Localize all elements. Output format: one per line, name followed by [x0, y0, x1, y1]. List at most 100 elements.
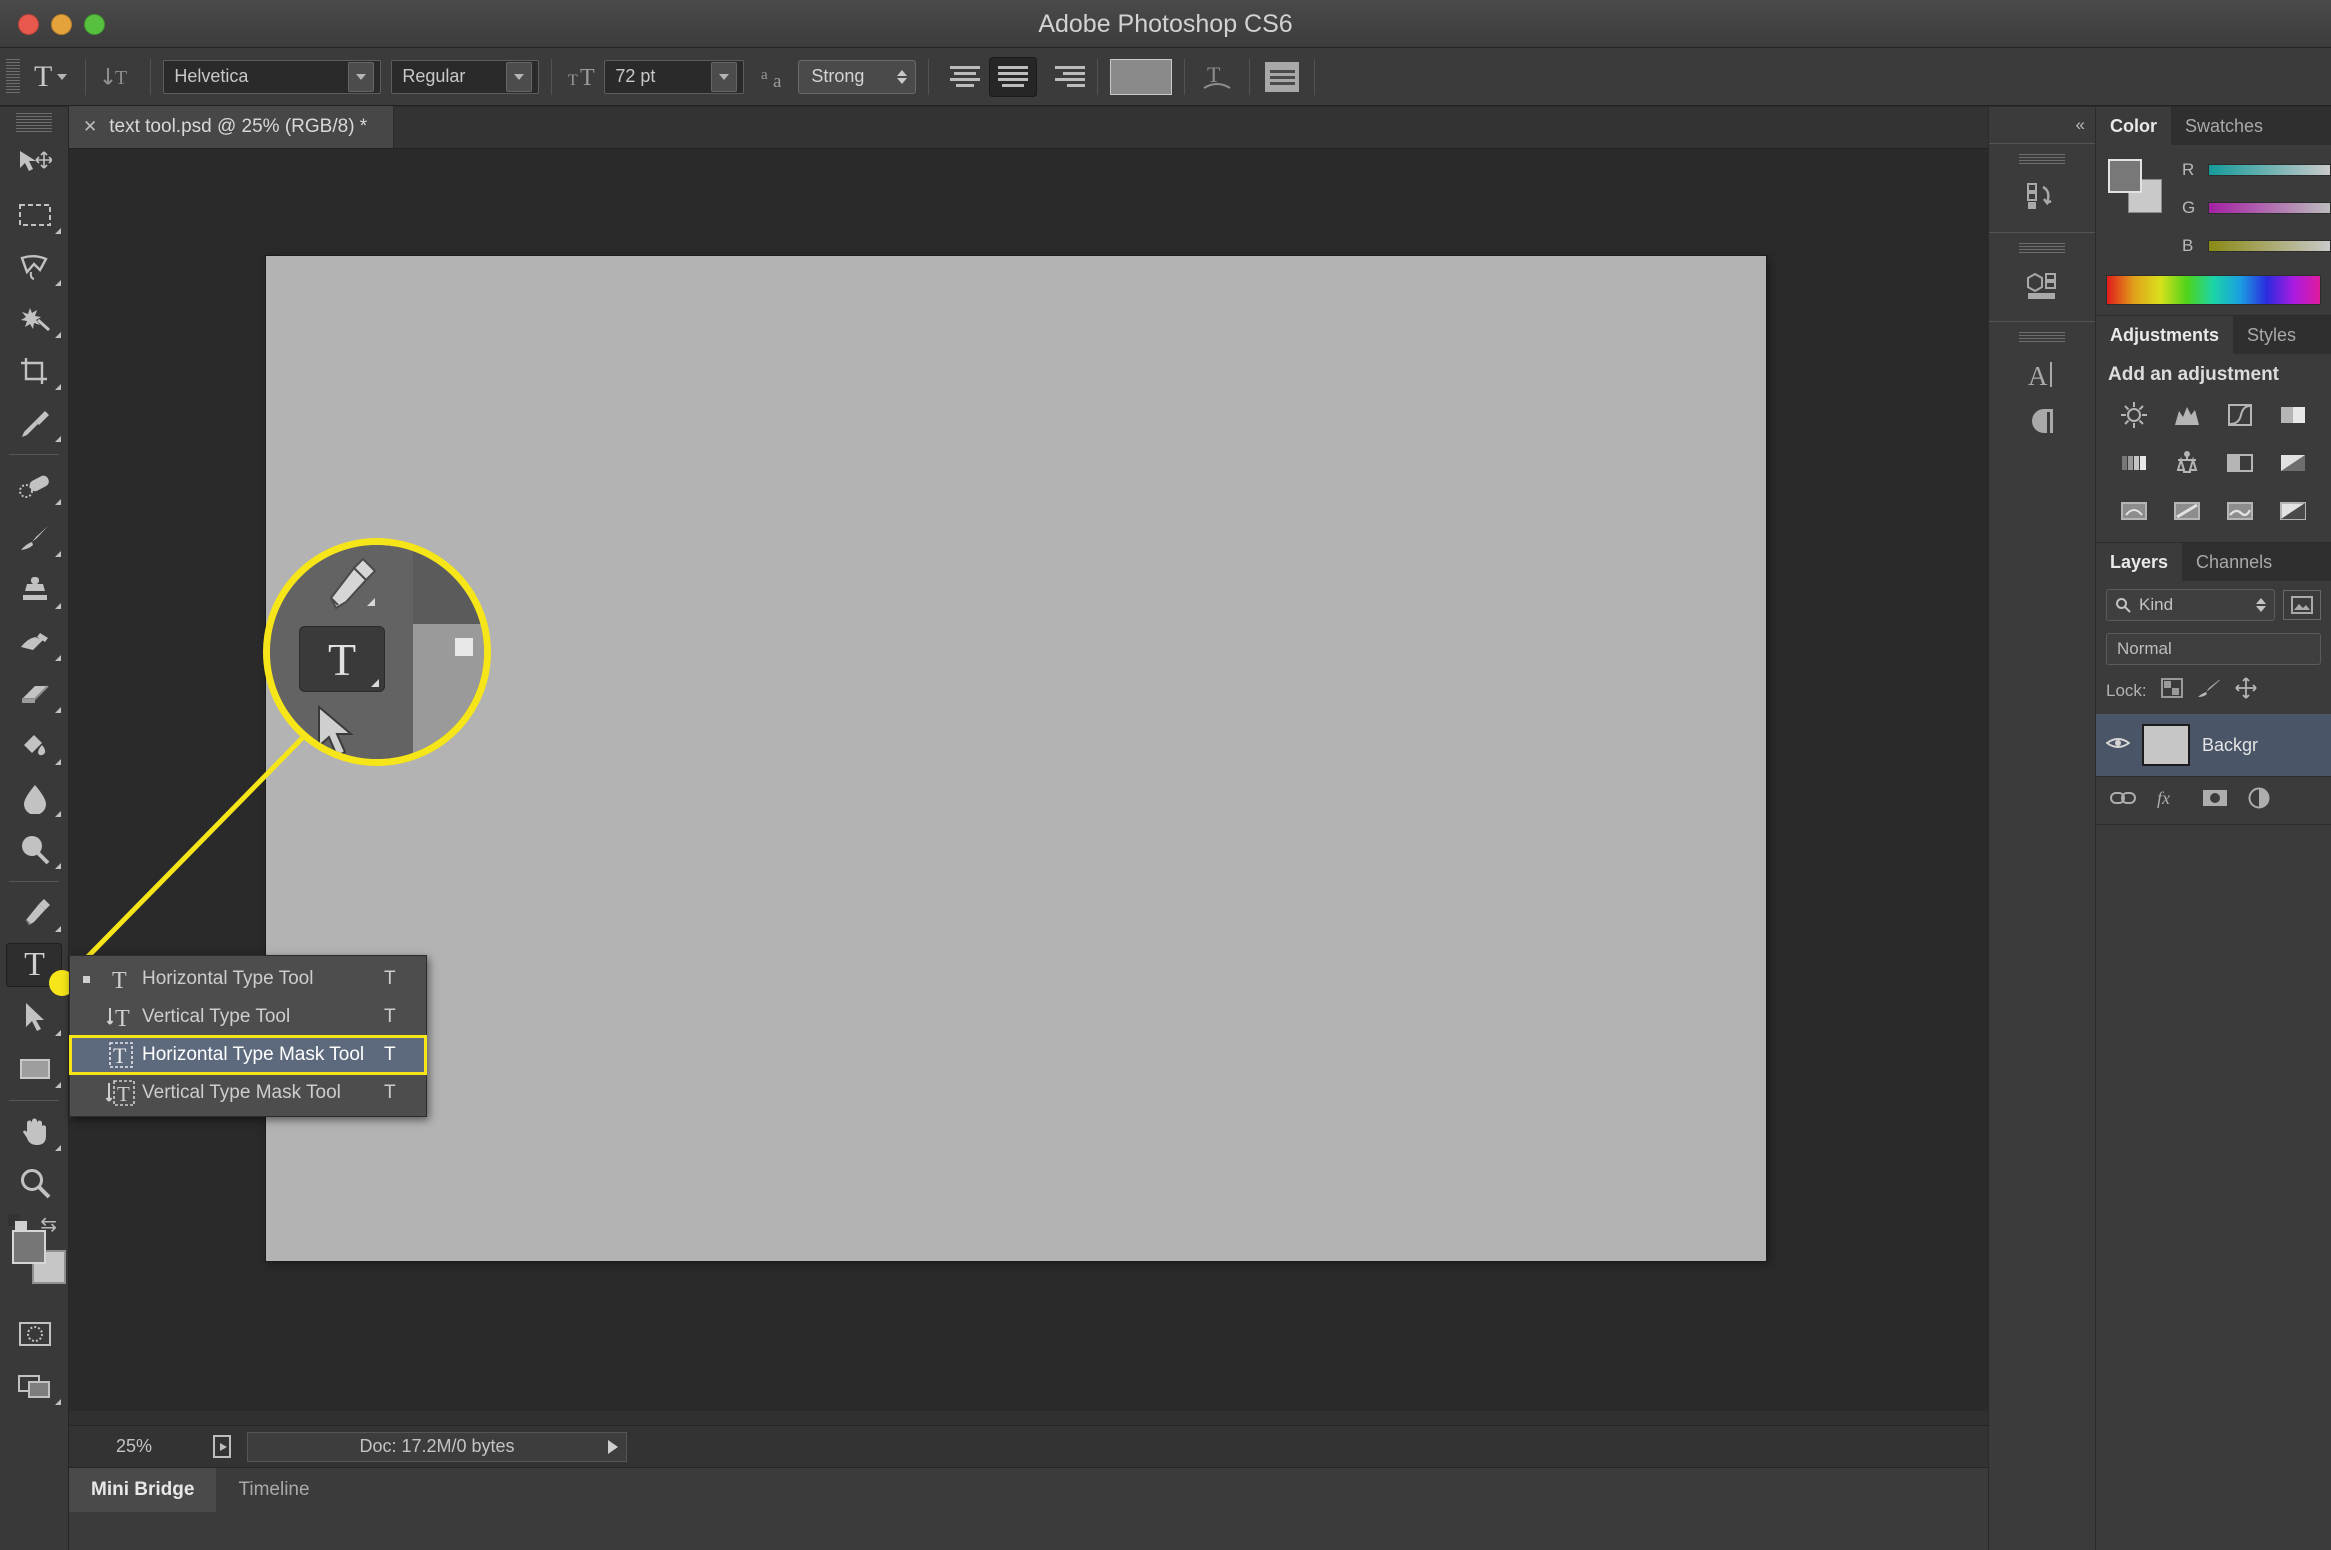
tab-styles[interactable]: Styles [2233, 316, 2310, 354]
tool-quick-selection[interactable] [0, 293, 69, 345]
hue-saturation-icon[interactable] [2161, 446, 2214, 480]
tab-color[interactable]: Color [2096, 107, 2171, 145]
link-layers-icon[interactable] [2110, 790, 2136, 812]
tools-panel-grip[interactable] [16, 113, 52, 133]
menu-item-horizontal-type-tool[interactable]: T Horizontal Type Tool T [70, 960, 426, 998]
lock-transparency-icon[interactable] [2160, 678, 2183, 703]
align-left-button[interactable] [941, 57, 989, 97]
tool-move[interactable] [0, 137, 69, 189]
slider-g[interactable] [2208, 202, 2331, 214]
text-color-swatch[interactable] [1110, 58, 1173, 95]
zoom-level[interactable]: 25% [69, 1436, 199, 1457]
color-spectrum-ramp[interactable] [2106, 275, 2321, 305]
tool-rectangular-marquee[interactable] [0, 189, 69, 241]
quick-mask-icon[interactable] [0, 1308, 69, 1360]
tab-swatches[interactable]: Swatches [2171, 107, 2277, 145]
tab-mini-bridge[interactable]: Mini Bridge [69, 1468, 217, 1512]
layer-mask-icon[interactable] [2202, 789, 2228, 813]
menu-item-vertical-type-tool[interactable]: T Vertical Type Tool T [70, 998, 426, 1036]
panel-grip[interactable] [2019, 243, 2065, 255]
chevron-down-icon[interactable] [506, 61, 533, 92]
channel-mixer-icon[interactable] [2161, 494, 2214, 528]
canvas-area[interactable] [69, 149, 2096, 1425]
table-row[interactable]: Backgr [2096, 714, 2331, 776]
layer-style-fx-icon[interactable]: fx [2156, 788, 2182, 814]
play-arrow-icon[interactable] [608, 1439, 618, 1454]
black-white-icon[interactable] [2266, 446, 2319, 480]
image-canvas[interactable] [266, 256, 1766, 1261]
chevron-down-icon[interactable] [348, 61, 375, 92]
character-paragraph-panels-icon[interactable] [1262, 58, 1302, 96]
tool-history-brush[interactable] [0, 616, 69, 668]
lock-position-icon[interactable] [2235, 677, 2257, 704]
align-center-button[interactable] [989, 56, 1038, 97]
exposure-icon[interactable] [2266, 398, 2319, 432]
color-lookup-icon[interactable] [2214, 494, 2267, 528]
tool-eraser[interactable] [0, 668, 69, 720]
tool-crop[interactable] [0, 345, 69, 397]
panel-grip[interactable] [2019, 332, 2065, 344]
character-panel-icon[interactable]: A [1989, 352, 2095, 398]
tab-timeline[interactable]: Timeline [216, 1468, 332, 1512]
tab-adjustments[interactable]: Adjustments [2096, 316, 2234, 354]
tool-clone-stamp[interactable] [0, 564, 69, 616]
stepper-icon[interactable] [897, 69, 908, 84]
font-size-input[interactable]: 72 pt [604, 59, 745, 94]
history-panel-icon[interactable] [1989, 174, 2095, 220]
options-bar-grip[interactable] [6, 58, 20, 95]
layer-filter-kind-select[interactable]: Kind [2106, 589, 2275, 621]
paragraph-panel-icon[interactable] [1989, 398, 2095, 444]
align-right-button[interactable] [1037, 57, 1086, 97]
levels-icon[interactable] [2161, 398, 2214, 432]
lock-pixels-icon[interactable] [2197, 678, 2221, 703]
tool-lasso[interactable] [0, 241, 69, 293]
tool-eyedropper[interactable] [0, 397, 69, 449]
tool-dodge[interactable] [0, 824, 69, 876]
collapse-panels-button[interactable]: « [1989, 107, 2095, 143]
vibrance-icon[interactable] [2108, 446, 2161, 480]
tool-pen[interactable] [0, 887, 69, 939]
close-icon[interactable]: ✕ [83, 117, 97, 137]
blend-mode-select[interactable]: Normal [2106, 633, 2321, 665]
tool-spot-healing-brush[interactable] [0, 460, 69, 512]
filter-thumbnail-icon[interactable] [2283, 590, 2321, 620]
foreground-color-swatch[interactable] [12, 1230, 46, 1264]
menu-item-horizontal-type-mask-tool[interactable]: T Horizontal Type Mask Tool T [69, 1035, 427, 1075]
document-tab[interactable]: ✕ text tool.psd @ 25% (RGB/8) * [69, 106, 395, 148]
color-balance-icon[interactable] [2214, 446, 2267, 480]
tool-hand[interactable] [0, 1106, 69, 1158]
tool-blur[interactable] [0, 772, 69, 824]
3d-panel-icon[interactable] [1989, 263, 2095, 309]
tool-brush[interactable] [0, 512, 69, 564]
slider-r[interactable] [2208, 164, 2331, 176]
active-tool-preset-picker[interactable]: T [28, 58, 73, 96]
tab-channels[interactable]: Channels [2182, 543, 2286, 581]
document-icon[interactable] [199, 1434, 247, 1460]
tab-layers[interactable]: Layers [2096, 543, 2183, 581]
toggle-text-orientation-icon[interactable]: T [98, 58, 138, 96]
invert-icon[interactable] [2266, 494, 2319, 528]
curves-icon[interactable] [2214, 398, 2267, 432]
tool-rectangle-shape[interactable] [0, 1043, 69, 1095]
adjustment-layer-icon[interactable] [2248, 787, 2270, 815]
anti-aliasing-select[interactable]: Strong [798, 59, 917, 94]
layer-thumbnail[interactable] [2142, 724, 2190, 766]
panel-grip[interactable] [2019, 154, 2065, 166]
tool-zoom[interactable] [0, 1158, 69, 1210]
foreground-color-swatch[interactable] [2108, 159, 2142, 193]
tool-gradient[interactable] [0, 720, 69, 772]
brightness-contrast-icon[interactable] [2108, 398, 2161, 432]
tool-path-selection[interactable] [0, 991, 69, 1043]
screen-mode-icon[interactable] [0, 1360, 69, 1412]
font-style-select[interactable]: Regular [391, 59, 540, 94]
horizontal-scrollbar[interactable] [69, 1411, 2082, 1425]
tool-type[interactable]: T [0, 939, 69, 991]
stepper-icon[interactable] [2256, 598, 2266, 612]
slider-b[interactable] [2208, 240, 2331, 252]
eye-icon[interactable] [2105, 734, 2131, 757]
warp-text-icon[interactable]: T [1197, 58, 1237, 96]
photo-filter-icon[interactable] [2108, 494, 2161, 528]
chevron-down-icon[interactable] [711, 61, 738, 92]
menu-item-vertical-type-mask-tool[interactable]: T Vertical Type Mask Tool T [70, 1074, 426, 1112]
document-info[interactable]: Doc: 17.2M/0 bytes [247, 1431, 627, 1462]
